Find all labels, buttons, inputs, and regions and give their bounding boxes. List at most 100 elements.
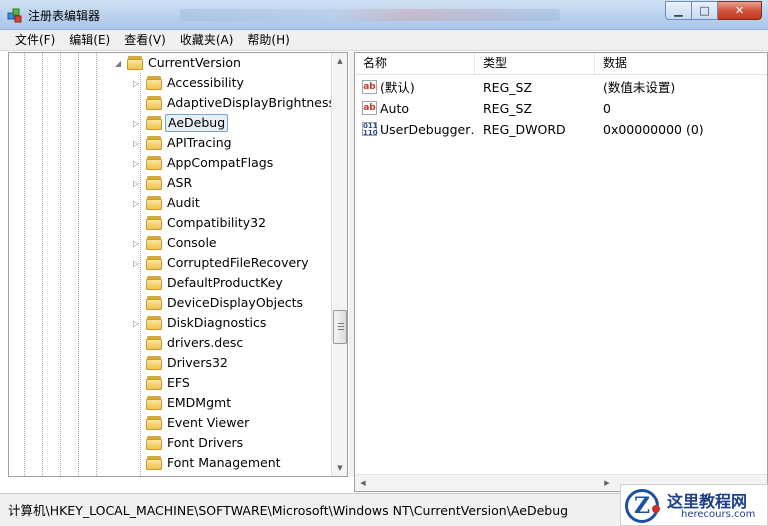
tree-node[interactable]: Event Viewer xyxy=(9,413,329,433)
cell-name: (默认) xyxy=(380,80,415,95)
folder-icon xyxy=(146,395,163,410)
tree-node-label: Drivers32 xyxy=(167,355,228,370)
title-bar[interactable]: 注册表编辑器 ▁ □ ✕ xyxy=(0,0,768,30)
close-button[interactable]: ✕ xyxy=(718,1,762,20)
tree-node[interactable]: DeviceDisplayObjects xyxy=(9,293,329,313)
window-title: 注册表编辑器 xyxy=(28,9,101,23)
table-row[interactable]: ab (默认) REG_SZ (数值未设置) xyxy=(355,77,767,97)
table-row[interactable]: ab Auto REG_SZ 0 xyxy=(355,98,767,118)
tree-node-label: Compatibility32 xyxy=(167,215,267,230)
tree-node[interactable]: drivers.desc xyxy=(9,333,329,353)
blurred-background-strip xyxy=(180,9,560,21)
expand-arrow-icon[interactable]: ▷ xyxy=(133,79,142,88)
tree-node[interactable]: AdaptiveDisplayBrightness xyxy=(9,93,335,113)
column-header-data[interactable]: 数据 xyxy=(595,53,767,75)
menu-favorites[interactable]: 收藏夹(A) xyxy=(173,31,241,50)
tree-node-label: DeviceDisplayObjects xyxy=(167,295,304,310)
scroll-right-arrow-icon[interactable]: ▶ xyxy=(599,475,615,491)
tree-node-label: APITracing xyxy=(167,135,232,150)
expand-arrow-icon[interactable]: ▷ xyxy=(133,319,142,328)
folder-icon xyxy=(146,175,163,190)
tree-node[interactable]: ▷ AeDebug xyxy=(9,113,329,133)
tree-node-label: AppCompatFlags xyxy=(167,155,274,170)
cell-data: (数值未设置) xyxy=(603,80,676,95)
folder-icon xyxy=(146,335,163,350)
folder-icon xyxy=(146,115,163,130)
string-value-icon: ab xyxy=(362,101,377,115)
tree-vertical-scrollbar[interactable]: ▲ ▼ xyxy=(331,53,347,476)
tree-node[interactable]: ▷ APITracing xyxy=(9,133,329,153)
tree-node-currentversion[interactable]: ◢ CurrentVersion xyxy=(9,53,329,73)
tree-node-label: CorruptedFileRecovery xyxy=(167,255,309,270)
tree-node[interactable]: ▷ DiskDiagnostics xyxy=(9,313,329,333)
folder-icon xyxy=(146,75,163,90)
menu-file[interactable]: 文件(F) xyxy=(8,31,62,50)
tree-node[interactable]: EFS xyxy=(9,373,329,393)
tree-node[interactable]: Font Drivers xyxy=(9,433,329,453)
menu-view[interactable]: 查看(V) xyxy=(117,31,173,50)
tree-node[interactable]: Drivers32 xyxy=(9,353,329,373)
tree-node[interactable]: ▷ Audit xyxy=(9,193,329,213)
menu-edit[interactable]: 编辑(E) xyxy=(62,31,117,50)
expand-arrow-icon[interactable]: ▷ xyxy=(133,199,142,208)
collapse-arrow-icon[interactable]: ◢ xyxy=(115,59,124,68)
cell-data: 0x00000000 (0) xyxy=(603,122,704,137)
tree-node-label: DiskDiagnostics xyxy=(167,315,267,330)
folder-icon xyxy=(146,195,163,210)
tree-node[interactable]: ▷ Console xyxy=(9,233,329,253)
expand-arrow-icon[interactable]: ▷ xyxy=(133,239,142,248)
string-value-icon: ab xyxy=(362,80,377,94)
cell-name: UserDebugger… xyxy=(380,122,476,137)
tree-node-label: Console xyxy=(167,235,217,250)
tree-node[interactable]: DefaultProductKey xyxy=(9,273,329,293)
expand-arrow-icon[interactable]: ▷ xyxy=(133,159,142,168)
scroll-thumb[interactable] xyxy=(333,310,347,344)
scroll-left-arrow-icon[interactable]: ◀ xyxy=(355,475,371,491)
menu-help[interactable]: 帮助(H) xyxy=(240,31,296,50)
regedit-app-icon xyxy=(7,8,22,23)
maximize-button[interactable]: □ xyxy=(692,1,718,20)
registry-tree[interactable]: ◢ CurrentVersion ▷ Accessibility AdaptiveD… xyxy=(8,52,348,477)
column-header-row: 名称 类型 数据 xyxy=(355,53,767,75)
folder-icon xyxy=(146,155,163,170)
open-folder-icon xyxy=(127,55,144,70)
tree-node[interactable]: ▷ ASR xyxy=(9,173,329,193)
folder-icon xyxy=(146,295,163,310)
expand-arrow-icon[interactable]: ▷ xyxy=(133,139,142,148)
scroll-up-arrow-icon[interactable]: ▲ xyxy=(332,53,348,69)
tree-node-label: Audit xyxy=(167,195,200,210)
folder-icon xyxy=(146,455,163,470)
tree-node-label: EMDMgmt xyxy=(167,395,232,410)
tree-node-label: DefaultProductKey xyxy=(167,275,283,290)
tree-node[interactable]: ▷ AppCompatFlags xyxy=(9,153,329,173)
tree-node[interactable]: EMDMgmt xyxy=(9,393,329,413)
column-header-type[interactable]: 类型 xyxy=(475,53,595,75)
minimize-button[interactable]: ▁ xyxy=(665,1,692,20)
status-path: 计算机\HKEY_LOCAL_MACHINE\SOFTWARE\Microsof… xyxy=(8,503,569,518)
folder-icon xyxy=(146,355,163,370)
tree-node-label: Font Drivers xyxy=(167,435,244,450)
column-header-name[interactable]: 名称 xyxy=(355,53,475,75)
scroll-down-arrow-icon[interactable]: ▼ xyxy=(332,460,348,476)
expand-arrow-icon[interactable]: ▷ xyxy=(133,259,142,268)
watermark-url: herecours.com xyxy=(681,509,756,520)
values-list[interactable]: 名称 类型 数据 ab (默认) REG_SZ (数值未设置) ab Auto REG_SZ… xyxy=(354,52,768,492)
cell-type: REG_SZ xyxy=(483,80,533,95)
expand-arrow-icon[interactable]: ▷ xyxy=(133,119,142,128)
tree-node-label: drivers.desc xyxy=(167,335,244,350)
tree-node-label: Font Management xyxy=(167,455,281,470)
table-row[interactable]: 011 110 UserDebugger… REG_DWORD 0x00000000 (… xyxy=(355,119,767,139)
tree-node[interactable]: Font Management xyxy=(9,453,329,473)
tree-node[interactable]: Compatibility32 xyxy=(9,213,329,233)
tree-node-label: EFS xyxy=(167,375,190,390)
tree-node[interactable]: ▷ CorruptedFileRecovery xyxy=(9,253,329,273)
folder-icon xyxy=(146,415,163,430)
tree-node-label: CurrentVersion xyxy=(148,55,241,70)
tree-node[interactable]: ▷ Accessibility xyxy=(9,73,329,93)
folder-icon xyxy=(146,215,163,230)
tree-node-label: AdaptiveDisplayBrightness xyxy=(167,95,335,110)
folder-icon xyxy=(146,275,163,290)
folder-icon xyxy=(146,255,163,270)
cell-type: REG_SZ xyxy=(483,101,533,116)
expand-arrow-icon[interactable]: ▷ xyxy=(133,179,142,188)
